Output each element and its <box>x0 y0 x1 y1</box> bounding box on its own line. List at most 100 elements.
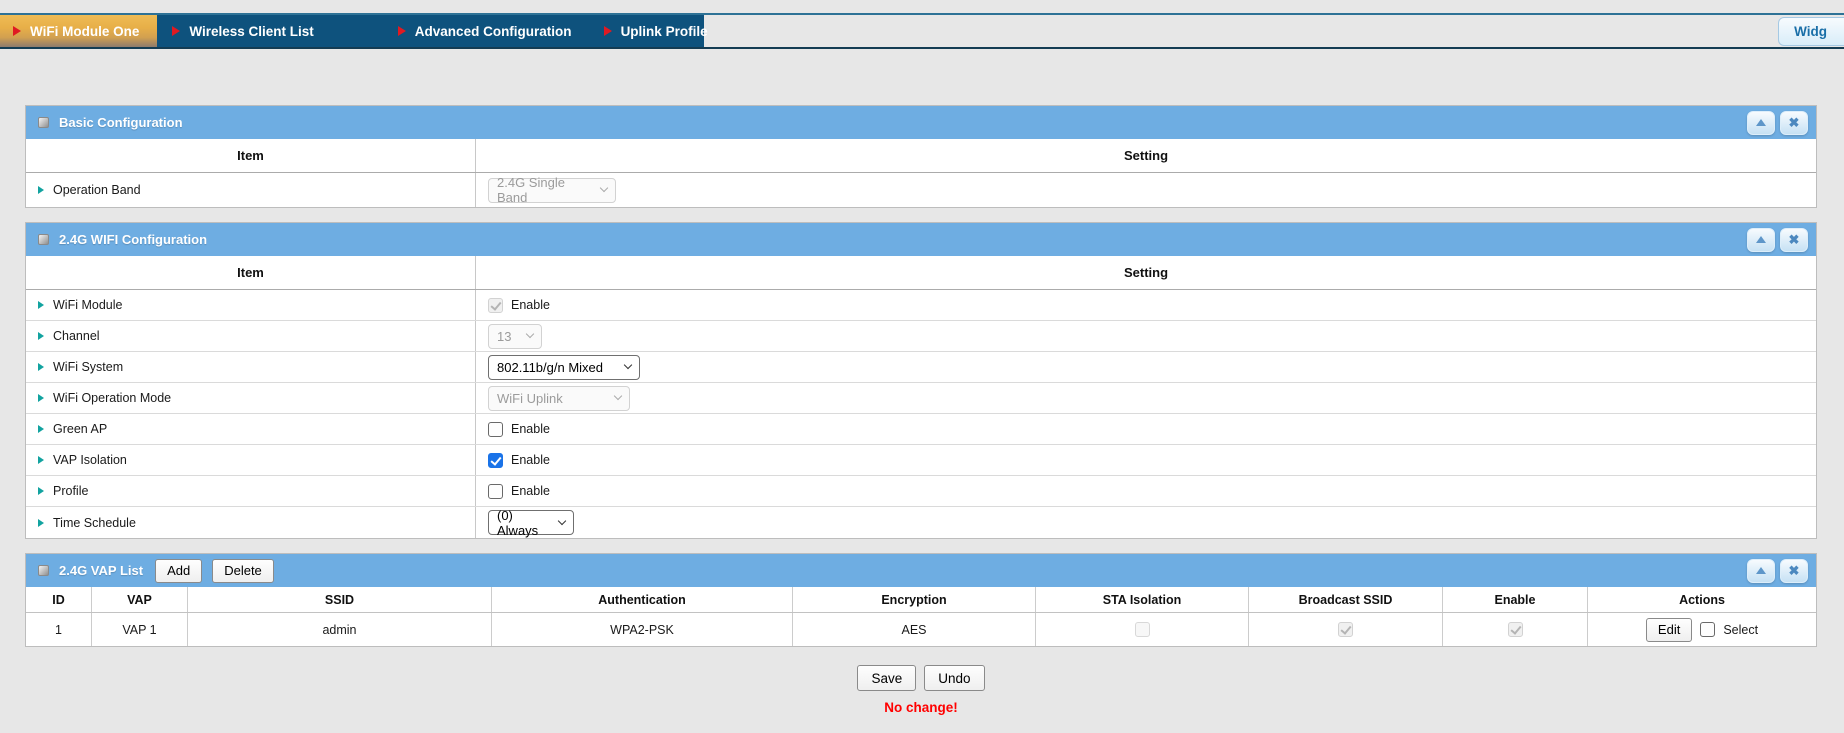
row-wifi-operation-mode: WiFi Operation Mode WiFi Uplink <box>26 383 1816 414</box>
row-wifi-module: WiFi Module Enable <box>26 290 1816 321</box>
widget-button-label: Widg <box>1794 24 1827 39</box>
vap-enable-cell <box>1443 613 1588 646</box>
edit-button[interactable]: Edit <box>1646 618 1692 642</box>
wifi-system-select[interactable]: 802.11b/g/n Mixed <box>488 355 640 380</box>
footer: Save Undo No change! <box>25 665 1817 715</box>
section-vap-list: 2.4G VAP List Add Delete ✖ ID VAP SSID A… <box>25 553 1817 647</box>
chevron-down-icon <box>526 330 534 338</box>
tab-label: Advanced Configuration <box>415 24 572 39</box>
column-header-sta-isolation: STA Isolation <box>1036 587 1249 612</box>
tab-advanced-configuration[interactable]: Advanced Configuration <box>385 15 585 47</box>
row-operation-band: Operation Band 2.4G Single Band <box>26 173 1816 207</box>
select-checkbox[interactable] <box>1700 622 1715 637</box>
main-content: Basic Configuration ✖ Item Setting Opera… <box>25 105 1817 715</box>
vap-table-row: 1 VAP 1 admin WPA2-PSK AES Edit Select <box>26 613 1816 646</box>
section-title: 2.4G WIFI Configuration <box>59 232 207 247</box>
section-title: 2.4G VAP List <box>59 563 143 578</box>
profile-enable-checkbox[interactable] <box>488 484 503 499</box>
green-ap-enable-checkbox[interactable] <box>488 422 503 437</box>
row-label: VAP Isolation <box>53 453 127 467</box>
row-green-ap: Green AP Enable <box>26 414 1816 445</box>
top-navigation-bar: WiFi Module One Wireless Client List Adv… <box>0 13 1844 49</box>
tab-arrow-icon <box>13 26 21 36</box>
time-schedule-select[interactable]: (0) Always <box>488 510 574 535</box>
checkbox-label: Enable <box>511 453 550 467</box>
column-header-encryption: Encryption <box>793 587 1036 612</box>
tab-label: WiFi Module One <box>30 24 139 39</box>
chevron-up-icon <box>1756 567 1766 574</box>
row-wifi-system: WiFi System 802.11b/g/n Mixed <box>26 352 1816 383</box>
vap-broadcast-ssid-cell <box>1249 613 1443 646</box>
collapse-button[interactable] <box>1747 111 1775 135</box>
close-button[interactable]: ✖ <box>1780 228 1808 252</box>
top-margin <box>0 0 1844 13</box>
row-arrow-icon <box>38 363 44 371</box>
column-header-item: Item <box>26 256 476 289</box>
section-square-icon <box>38 234 49 245</box>
row-arrow-icon <box>38 332 44 340</box>
tab-wifi-module-one[interactable]: WiFi Module One <box>0 15 157 47</box>
chevron-down-icon <box>558 516 566 524</box>
vap-isolation-enable-checkbox[interactable] <box>488 453 503 468</box>
table-header-row: Item Setting <box>26 256 1816 290</box>
collapse-button[interactable] <box>1747 228 1775 252</box>
operation-band-select: 2.4G Single Band <box>488 178 616 203</box>
section-wifi-configuration: 2.4G WIFI Configuration ✖ Item Setting W… <box>25 222 1817 539</box>
vap-id-cell: 1 <box>26 613 92 646</box>
column-header-setting: Setting <box>476 139 1816 172</box>
wifi-configuration-header: 2.4G WIFI Configuration ✖ <box>26 223 1816 256</box>
column-header-vap: VAP <box>92 587 188 612</box>
vap-name-cell: VAP 1 <box>92 613 188 646</box>
select-label: Select <box>1723 623 1758 637</box>
status-message: No change! <box>25 700 1817 715</box>
header-buttons: ✖ <box>1747 111 1808 135</box>
vap-actions-cell: Edit Select <box>1588 613 1816 646</box>
close-button[interactable]: ✖ <box>1780 559 1808 583</box>
add-button[interactable]: Add <box>155 559 202 583</box>
section-basic-configuration: Basic Configuration ✖ Item Setting Opera… <box>25 105 1817 208</box>
vap-authentication-cell: WPA2-PSK <box>492 613 793 646</box>
collapse-button[interactable] <box>1747 559 1775 583</box>
tab-label: Uplink Profile <box>621 24 708 39</box>
section-square-icon <box>38 565 49 576</box>
undo-button[interactable]: Undo <box>924 665 984 691</box>
wifi-module-enable-checkbox <box>488 298 503 313</box>
column-header-authentication: Authentication <box>492 587 793 612</box>
checkbox-label: Enable <box>511 422 550 436</box>
column-header-ssid: SSID <box>188 587 492 612</box>
column-header-id: ID <box>26 587 92 612</box>
row-label: WiFi Operation Mode <box>53 391 171 405</box>
row-label: Profile <box>53 484 88 498</box>
row-arrow-icon <box>38 186 44 194</box>
section-square-icon <box>38 117 49 128</box>
row-label: Green AP <box>53 422 107 436</box>
vap-sta-isolation-cell <box>1036 613 1249 646</box>
widget-button[interactable]: Widg <box>1778 17 1844 46</box>
save-button[interactable]: Save <box>857 665 916 691</box>
row-profile: Profile Enable <box>26 476 1816 507</box>
column-header-setting: Setting <box>476 256 1816 289</box>
footer-buttons: Save Undo <box>857 665 984 691</box>
close-button[interactable]: ✖ <box>1780 111 1808 135</box>
delete-button[interactable]: Delete <box>212 559 274 583</box>
chevron-down-icon <box>614 392 622 400</box>
sta-isolation-checkbox <box>1135 622 1150 637</box>
row-channel: Channel 13 <box>26 321 1816 352</box>
vap-table-header-row: ID VAP SSID Authentication Encryption ST… <box>26 587 1816 613</box>
table-header-row: Item Setting <box>26 139 1816 173</box>
broadcast-ssid-checkbox <box>1338 622 1353 637</box>
row-label: WiFi Module <box>53 298 122 312</box>
chevron-up-icon <box>1756 119 1766 126</box>
row-time-schedule: Time Schedule (0) Always <box>26 507 1816 538</box>
header-buttons: ✖ <box>1747 228 1808 252</box>
vap-list-actions: Add Delete <box>155 559 274 583</box>
tab-arrow-icon <box>172 26 180 36</box>
vap-encryption-cell: AES <box>793 613 1036 646</box>
row-arrow-icon <box>38 487 44 495</box>
wifi-operation-mode-select: WiFi Uplink <box>488 386 630 411</box>
column-header-actions: Actions <box>1588 587 1816 612</box>
tab-wireless-client-list[interactable]: Wireless Client List <box>159 15 326 47</box>
tab-arrow-icon <box>604 26 612 36</box>
tab-uplink-profile[interactable]: Uplink Profile <box>591 15 721 47</box>
checkbox-label: Enable <box>511 484 550 498</box>
